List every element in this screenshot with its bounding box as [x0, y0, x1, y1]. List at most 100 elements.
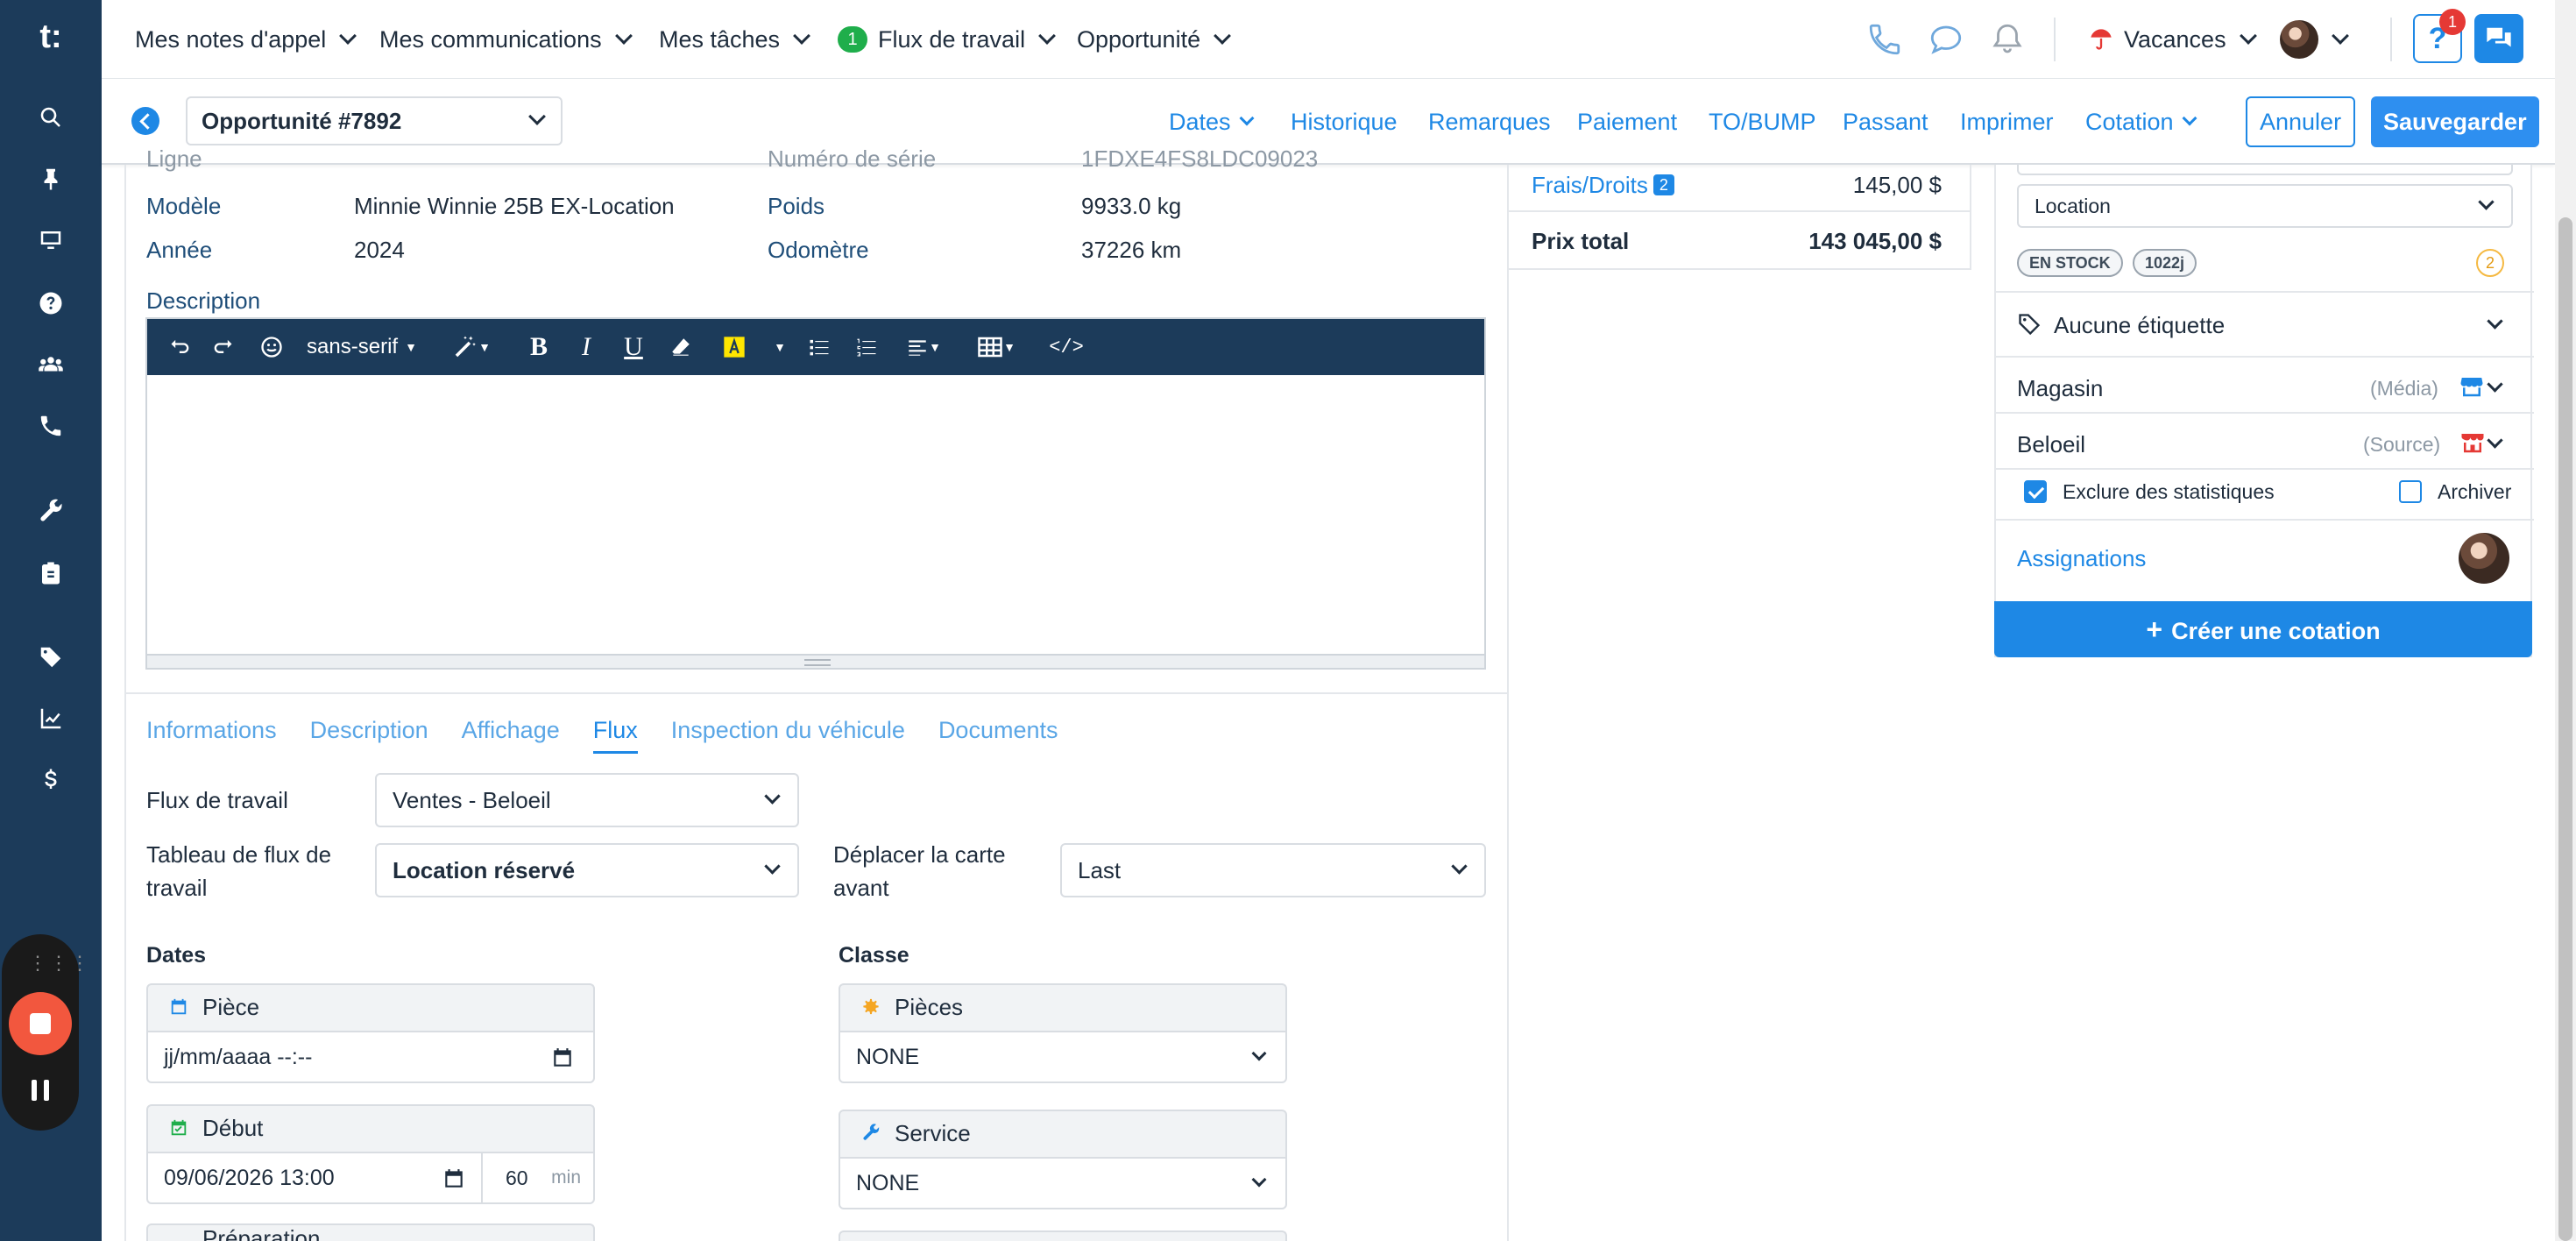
calendar-icon[interactable] — [442, 1167, 465, 1190]
tags-dropdown[interactable]: Aucune étiquette — [2017, 307, 2513, 342]
messages-button[interactable] — [2474, 14, 2523, 63]
calendar-icon[interactable] — [551, 1046, 574, 1069]
source-dropdown[interactable]: Beloeil (Source) — [2017, 419, 2513, 468]
stop-recording-button[interactable] — [9, 992, 72, 1055]
assignations-link[interactable]: Assignations — [2017, 545, 2146, 572]
opportunity-select[interactable]: Opportunité #7892 — [186, 96, 563, 145]
pieces-card-header: Pièces — [839, 983, 1287, 1031]
duration-input[interactable]: 60 min — [481, 1152, 595, 1204]
gear-icon — [863, 998, 879, 1015]
numbered-list-icon[interactable] — [843, 319, 890, 375]
pause-icon[interactable] — [32, 1080, 49, 1101]
exclude-stats-label: Exclure des statistiques — [2063, 480, 2275, 503]
tab-informations[interactable]: Informations — [146, 717, 277, 754]
link-payment[interactable]: Paiement — [1577, 79, 1677, 165]
phone-icon[interactable] — [33, 408, 68, 443]
link-label: Remarques — [1428, 108, 1551, 135]
emoji-icon[interactable] — [247, 319, 296, 375]
wrench-icon[interactable] — [33, 494, 68, 529]
user-menu[interactable] — [2280, 0, 2349, 79]
monitor-icon[interactable] — [33, 223, 68, 258]
help-circle-icon[interactable] — [33, 286, 68, 321]
tab-vehicle-inspection[interactable]: Inspection du véhicule — [671, 717, 905, 754]
underline-icon[interactable]: U — [610, 319, 657, 375]
assignee-avatar[interactable] — [2459, 533, 2509, 584]
fees-link[interactable]: Frais/Droits 2 — [1532, 172, 1674, 199]
move-card-select[interactable]: Last — [1060, 843, 1486, 897]
piece-datetime-input[interactable]: jj/mm/aaaa --:-- — [146, 1031, 595, 1083]
chart-icon[interactable] — [33, 701, 68, 736]
align-icon[interactable]: ▼ — [890, 319, 957, 375]
drag-handle-icon[interactable]: ⋮⋮⋮ — [28, 952, 91, 975]
bell-icon[interactable] — [1989, 21, 2026, 58]
tab-display[interactable]: Affichage — [462, 717, 560, 754]
vacation-label: Vacances — [2124, 25, 2226, 53]
link-to-bump[interactable]: TO/BUMP — [1709, 79, 1816, 165]
undo-icon[interactable] — [163, 319, 198, 375]
scrollbar-thumb[interactable] — [2558, 217, 2572, 1241]
debut-datetime-input[interactable]: 09/06/2026 13:00 — [146, 1152, 483, 1204]
tab-description[interactable]: Description — [310, 717, 428, 754]
search-icon[interactable] — [33, 100, 68, 135]
italic-icon[interactable]: I — [563, 319, 610, 375]
vacation-menu[interactable]: Vacances — [2089, 0, 2257, 79]
magic-wand-icon[interactable]: ▼ — [428, 319, 515, 375]
stop-icon — [30, 1013, 51, 1034]
editor-resize-handle[interactable] — [147, 654, 1484, 668]
link-quotation[interactable]: Cotation — [2085, 79, 2197, 165]
service-select[interactable]: NONE — [839, 1157, 1287, 1209]
phone-icon[interactable] — [1866, 21, 1903, 58]
dollar-icon[interactable] — [33, 762, 68, 798]
menu-communications[interactable]: Mes communications — [379, 0, 633, 79]
workflow-board-select[interactable]: Location réservé — [375, 843, 799, 897]
umbrella-icon — [2091, 29, 2112, 50]
chat-bubble-icon[interactable] — [1928, 21, 1964, 58]
tab-documents[interactable]: Documents — [938, 717, 1058, 754]
workflow-select[interactable]: Ventes - Beloeil — [375, 773, 799, 827]
table-icon[interactable]: ▼ — [957, 319, 1036, 375]
bold-icon[interactable]: B — [515, 319, 563, 375]
users-icon[interactable] — [33, 347, 68, 382]
link-remarks[interactable]: Remarques — [1428, 79, 1551, 165]
eraser-icon[interactable] — [657, 319, 704, 375]
highlight-color-icon[interactable] — [704, 319, 764, 375]
link-label: Paiement — [1577, 108, 1678, 135]
editor-content-area[interactable] — [147, 375, 1484, 656]
caret-down-icon[interactable]: ▼ — [764, 319, 796, 375]
chevron-down-icon — [2487, 376, 2503, 393]
type-select[interactable]: Location — [2017, 184, 2513, 228]
pin-icon[interactable] — [33, 161, 68, 196]
menu-opportunity[interactable]: Opportunité — [1077, 0, 1231, 79]
tag-icon[interactable] — [33, 640, 68, 675]
menu-workflow[interactable]: 1 Flux de travail — [838, 0, 1056, 79]
archive-checkbox[interactable] — [2399, 480, 2422, 503]
media-dropdown[interactable]: Magasin (Média) — [2017, 363, 2513, 412]
source-code-icon[interactable]: </> — [1036, 319, 1097, 375]
back-button[interactable] — [131, 107, 159, 135]
tag-icon — [2019, 314, 2041, 336]
create-quotation-button[interactable]: + Créer une cotation — [1994, 601, 2532, 657]
duration-unit: min — [551, 1167, 581, 1188]
redo-icon[interactable] — [198, 319, 247, 375]
menu-call-notes[interactable]: Mes notes d'appel — [135, 0, 357, 79]
clipboard-icon[interactable] — [33, 556, 68, 591]
cut-select[interactable] — [2017, 165, 2513, 175]
total-price-label: Prix total — [1532, 228, 1630, 254]
page-scrollbar[interactable] — [2555, 0, 2576, 1241]
debut-datetime-value: 09/06/2026 13:00 — [164, 1166, 335, 1190]
cancel-button[interactable]: Annuler — [2246, 96, 2356, 147]
link-print[interactable]: Imprimer — [1960, 79, 2054, 165]
app-logo[interactable]: t: — [33, 19, 68, 54]
bullet-list-icon[interactable] — [796, 319, 843, 375]
link-passant[interactable]: Passant — [1843, 79, 1928, 165]
tags-label: Aucune étiquette — [2054, 312, 2226, 338]
menu-tasks[interactable]: Mes tâches — [659, 0, 810, 79]
tab-flux[interactable]: Flux — [592, 717, 638, 754]
media-hint: (Média) — [2370, 377, 2438, 400]
save-button[interactable]: Sauvegarder — [2371, 96, 2539, 147]
pieces-select[interactable]: NONE — [839, 1031, 1287, 1083]
exclude-stats-checkbox[interactable] — [2024, 480, 2047, 503]
line-label: Ligne — [146, 145, 202, 172]
archive-label: Archiver — [2438, 480, 2512, 503]
font-family-select[interactable]: sans-serif ▼ — [296, 319, 428, 375]
